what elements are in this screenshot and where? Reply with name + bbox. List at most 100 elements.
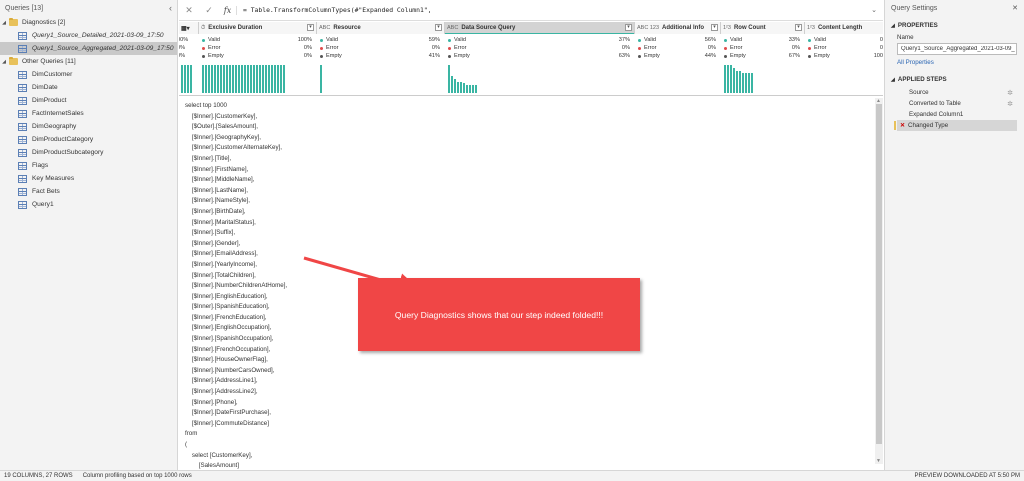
quality-error-row: Error 0%: [320, 44, 440, 52]
expand-formula-icon[interactable]: ⌄: [871, 6, 877, 14]
query-item[interactable]: DimProductCategory: [0, 133, 177, 146]
column-header-label: Exclusive Duration: [208, 25, 263, 31]
distribution-bar: [181, 65, 183, 93]
query-item-label: DimCustomer: [32, 71, 73, 78]
scrollbar-thumb[interactable]: [876, 104, 882, 444]
column-profile-grid: ▦▾ ⏱ Exclusive Duration ▾ ABC Resource ▾ ABC Da…: [179, 21, 883, 96]
query-item[interactable]: Key Measures: [0, 172, 177, 185]
query-item-label: DimDate: [32, 84, 58, 91]
expand-group-icon[interactable]: ◢: [0, 59, 8, 65]
column-filter-icon[interactable]: ▾: [625, 24, 632, 31]
applied-steps-section[interactable]: ◢ APPLIED STEPS: [891, 76, 1024, 83]
expand-group-icon[interactable]: ◢: [0, 20, 8, 26]
distribution-bar: [463, 83, 465, 93]
column-type-icon[interactable]: ABC: [319, 25, 330, 31]
column-type-icon[interactable]: ⏱: [201, 25, 205, 32]
query-group[interactable]: ◢ Diagnostics [2]: [0, 16, 177, 29]
query-item[interactable]: Query1_Source_Detailed_2021-03-09_17:50: [0, 29, 177, 42]
quality-percent: 0%: [707, 45, 716, 51]
column-header[interactable]: 1²3Content Length▾: [805, 22, 883, 34]
column-header[interactable]: ABC Data Source Query ▾: [445, 22, 635, 34]
gear-icon[interactable]: ✲: [1007, 89, 1013, 97]
query-item[interactable]: Query1: [0, 198, 177, 211]
applied-step[interactable]: Converted to Table ✲: [897, 98, 1017, 109]
distribution-bar: [451, 76, 453, 93]
query-item[interactable]: DimDate: [0, 81, 177, 94]
column-type-icon[interactable]: ABC 123: [637, 25, 659, 31]
column-type-icon[interactable]: 1²3: [807, 25, 815, 31]
column-header-label: Row Count: [733, 25, 766, 31]
table-menu-icon[interactable]: ▦▾: [179, 22, 199, 34]
query-item[interactable]: Flags: [0, 159, 177, 172]
distribution-bar: [268, 65, 270, 93]
settings-pane-header: Query Settings ✕: [885, 0, 1024, 16]
applied-step[interactable]: ✕ Changed Type: [894, 120, 1017, 131]
query-item[interactable]: FactInternetSales: [0, 107, 177, 120]
quality-empty-dot: [638, 54, 641, 58]
query-item[interactable]: DimCustomer: [0, 68, 177, 81]
column-filter-icon[interactable]: ▾: [435, 24, 442, 31]
query-item[interactable]: Fact Bets: [0, 185, 177, 198]
column-header[interactable]: 1²3 Row Count ▾: [721, 22, 805, 34]
gear-icon[interactable]: ✲: [1007, 100, 1013, 108]
table-icon: [18, 70, 27, 79]
column-type-icon[interactable]: 1²3: [723, 25, 731, 31]
distribution-bar: [220, 65, 222, 93]
quality-label: Error: [454, 45, 467, 51]
query-group[interactable]: ◢ Other Queries [11]: [0, 55, 177, 68]
value-distribution: [724, 63, 802, 93]
distribution-bar: [724, 65, 726, 93]
column-type-icon[interactable]: ABC: [447, 25, 458, 31]
applied-step-label: Expanded Column1: [909, 111, 964, 118]
distribution-bar: [256, 65, 258, 93]
vertical-scrollbar[interactable]: ▲ ▼: [875, 98, 883, 464]
applied-step[interactable]: Expanded Column1: [897, 109, 1017, 120]
quality-label: Valid: [730, 37, 743, 43]
column-filter-icon[interactable]: ▾: [711, 24, 718, 31]
properties-section[interactable]: ◢ PROPERTIES: [891, 22, 1024, 29]
column-header-label: Resource: [333, 25, 361, 31]
value-distribution: [202, 63, 314, 93]
column-header[interactable]: ABC Resource ▾: [317, 22, 445, 34]
cancel-formula-button[interactable]: ✕: [179, 5, 199, 16]
scroll-down-icon[interactable]: ▼: [876, 458, 881, 464]
commit-formula-button[interactable]: ✓: [199, 5, 219, 16]
quality-empty-row: 0%: [179, 52, 197, 60]
query-item[interactable]: DimProductSubcategory: [0, 146, 177, 159]
query-item[interactable]: DimProduct: [0, 94, 177, 107]
quality-percent: 100%: [297, 37, 312, 43]
applied-step[interactable]: Source ✲: [897, 87, 1017, 98]
formula-input[interactable]: = Table.TransformColumnTypes(#"Expanded …: [243, 6, 432, 14]
query-item[interactable]: DimGeography: [0, 120, 177, 133]
distribution-bar: [736, 70, 738, 93]
quality-empty-dot: [808, 54, 811, 58]
distribution-bar: [733, 67, 735, 93]
quality-error-row: Error 0%: [448, 44, 630, 52]
table-icon: [18, 83, 27, 92]
quality-label: Empty: [326, 53, 342, 59]
collapse-pane-icon[interactable]: ‹: [169, 3, 172, 13]
all-properties-link[interactable]: All Properties: [897, 59, 1024, 66]
query-name-input[interactable]: [897, 43, 1017, 55]
fx-icon[interactable]: fx: [219, 5, 237, 15]
column-filter-icon[interactable]: ▾: [307, 24, 314, 31]
distribution-bar: [208, 65, 210, 93]
query-item-label: Query1_Source_Detailed_2021-03-09_17:50: [32, 32, 164, 39]
applied-steps-list: Source ✲ Converted to Table ✲ Expanded Colum…: [894, 87, 1017, 131]
quality-valid-row: Valid 0%: [808, 36, 883, 44]
value-distribution: [320, 63, 442, 93]
distribution-bar: [283, 65, 285, 93]
status-profiling[interactable]: Column profiling based on top 1000 rows: [83, 473, 192, 479]
delete-step-icon[interactable]: ✕: [900, 122, 905, 129]
quality-empty-dot: [202, 54, 205, 58]
query-item[interactable]: Query1_Source_Aggregated_2021-03-09_17:5…: [0, 42, 177, 55]
name-label: Name: [897, 34, 914, 41]
close-icon[interactable]: ✕: [1012, 4, 1018, 12]
column-filter-icon[interactable]: ▾: [795, 24, 802, 31]
column-header[interactable]: ⏱ Exclusive Duration ▾: [199, 22, 317, 34]
column-header[interactable]: ABC 123 Additional Info ▾: [635, 22, 721, 34]
distribution-bar: [226, 65, 228, 93]
queries-pane: Queries [13] ‹ ◢ Diagnostics [2] Query1_So…: [0, 0, 178, 470]
distribution-bar: [475, 84, 477, 93]
distribution-bar: [259, 65, 261, 93]
